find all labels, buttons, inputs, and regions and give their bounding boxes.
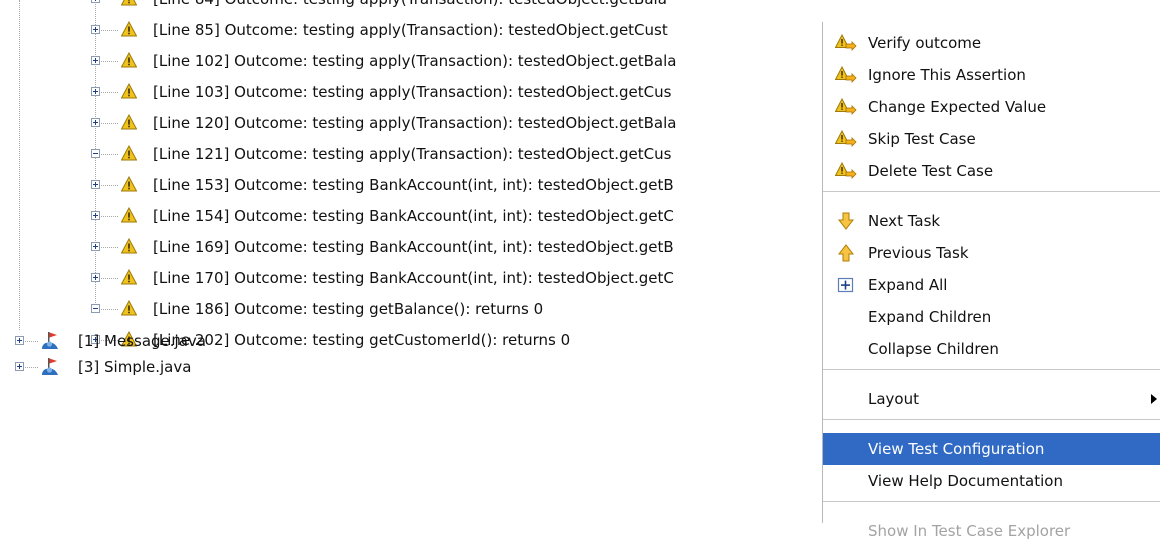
expand-toggle-icon[interactable]: [91, 118, 100, 127]
menu-item-label: Skip Test Case: [868, 130, 976, 148]
tree-node-label: [Line 170] Outcome: testing BankAccount(…: [153, 269, 674, 287]
menu-separator: [823, 369, 1160, 370]
menu-item-layout[interactable]: Layout: [823, 383, 1160, 415]
tree-node[interactable]: [Line 102] Outcome: testing apply(Transa…: [0, 47, 820, 77]
warning-icon: [120, 237, 138, 254]
expand-toggle-icon[interactable]: [15, 336, 24, 345]
menu-item-change-expected-value[interactable]: Change Expected Value: [823, 91, 1160, 123]
menu-item-verify-outcome[interactable]: Verify outcome: [823, 27, 1160, 59]
warning-icon: [120, 51, 138, 68]
warning-arrow-icon: [834, 97, 857, 116]
tree-node[interactable]: [Line 120] Outcome: testing apply(Transa…: [0, 109, 820, 139]
menu-item-label: Verify outcome: [868, 34, 982, 52]
tree-node-label: [Line 84] Outcome: testing apply(Transac…: [153, 0, 667, 9]
menu-item-ignore-this-assertion[interactable]: Ignore This Assertion: [823, 59, 1160, 91]
tree-node[interactable]: [Line 186] Outcome: testing getBalance()…: [0, 295, 820, 325]
menu-item-previous-task[interactable]: Previous Task: [823, 237, 1160, 269]
expand-toggle-icon[interactable]: [91, 242, 100, 251]
tree-node-label: [Line 102] Outcome: testing apply(Transa…: [153, 52, 677, 70]
expand-toggle-icon[interactable]: [91, 56, 100, 65]
warning-arrow-icon: [834, 65, 857, 84]
expand-toggle-icon[interactable]: [91, 25, 100, 34]
warning-icon: [120, 268, 138, 285]
tree-node[interactable]: [Line 84] Outcome: testing apply(Transac…: [0, 0, 820, 15]
warning-icon: [120, 206, 138, 223]
warning-arrow-icon: [834, 129, 857, 148]
menu-separator: [823, 501, 1160, 502]
tree-node-label: [Line 85] Outcome: testing apply(Transac…: [153, 21, 668, 39]
expand-toggle-icon[interactable]: [91, 180, 100, 189]
menu-item-label: Next Task: [868, 212, 941, 230]
tree-node-label: [Line 169] Outcome: testing BankAccount(…: [153, 238, 674, 256]
collapse-toggle-icon[interactable]: [91, 304, 100, 313]
submenu-arrow-icon: [1151, 394, 1157, 404]
tree-node-label: [Line 186] Outcome: testing getBalance()…: [153, 300, 544, 318]
menu-item-delete-test-case[interactable]: Delete Test Case: [823, 155, 1160, 187]
menu-item-expand-children[interactable]: Expand Children: [823, 301, 1160, 333]
tree-node-label: [Line 154] Outcome: testing BankAccount(…: [153, 207, 674, 225]
menu-separator: [823, 191, 1160, 192]
down-arrow-icon: [835, 212, 857, 230]
menu-item-expand-all[interactable]: Expand All: [823, 269, 1160, 301]
up-arrow-icon: [835, 244, 857, 262]
tree-node-label: [Line 120] Outcome: testing apply(Transa…: [153, 114, 677, 132]
tree-node[interactable]: [Line 153] Outcome: testing BankAccount(…: [0, 171, 820, 201]
menu-item-label: Expand Children: [868, 308, 992, 326]
java-file-flag-icon: [40, 357, 60, 377]
tree-node[interactable]: [Line 169] Outcome: testing BankAccount(…: [0, 233, 820, 263]
menu-item-label: Change Expected Value: [868, 98, 1047, 116]
tree-node-label: [Line 121] Outcome: testing apply(Transa…: [153, 145, 672, 163]
menu-item-label: View Help Documentation: [868, 472, 1063, 490]
menu-item-show-in-test-case-explorer: Show In Test Case Explorer: [823, 515, 1160, 547]
menu-item-label: View Test Configuration: [868, 440, 1045, 458]
tree-root-label: [1] Message.java: [78, 332, 206, 350]
menu-item-label: Delete Test Case: [868, 162, 994, 180]
menu-item-label: Collapse Children: [868, 340, 999, 358]
expand-toggle-icon[interactable]: [91, 87, 100, 96]
menu-item-next-task[interactable]: Next Task: [823, 205, 1160, 237]
warning-arrow-icon: [834, 33, 857, 52]
java-file-flag-icon: [40, 331, 60, 351]
menu-item-label: Previous Task: [868, 244, 969, 262]
tree-node[interactable]: [Line 85] Outcome: testing apply(Transac…: [0, 16, 820, 46]
menu-item-collapse-children[interactable]: Collapse Children: [823, 333, 1160, 365]
menu-item-label: Layout: [868, 390, 919, 408]
warning-arrow-icon: [834, 161, 857, 180]
menu-item-label: Show In Test Case Explorer: [868, 522, 1071, 540]
warning-icon: [120, 82, 138, 99]
expand-toggle-icon[interactable]: [91, 0, 100, 3]
expand-toggle-icon[interactable]: [15, 362, 24, 371]
tree-node[interactable]: [Line 121] Outcome: testing apply(Transa…: [0, 140, 820, 170]
warning-icon: [120, 20, 138, 37]
menu-item-skip-test-case[interactable]: Skip Test Case: [823, 123, 1160, 155]
warning-icon: [120, 299, 138, 316]
tree-node[interactable]: [Line 154] Outcome: testing BankAccount(…: [0, 202, 820, 232]
warning-icon: [120, 113, 138, 130]
tree-node-label: [Line 103] Outcome: testing apply(Transa…: [153, 83, 672, 101]
expand-toggle-icon[interactable]: [91, 211, 100, 220]
expand-all-icon: [835, 276, 857, 294]
expand-toggle-icon[interactable]: [91, 273, 100, 282]
warning-icon: [120, 144, 138, 161]
menu-item-label: Ignore This Assertion: [868, 66, 1026, 84]
menu-item-view-test-configuration[interactable]: View Test Configuration: [823, 433, 1160, 465]
tree-node-label: [Line 153] Outcome: testing BankAccount(…: [153, 176, 674, 194]
tree-root-node[interactable]: [3] Simple.java: [0, 353, 400, 383]
context-menu: Verify outcome Ignore This Assertion Chang…: [822, 22, 1160, 540]
menu-item-view-help-documentation[interactable]: View Help Documentation: [823, 465, 1160, 497]
warning-icon: [120, 175, 138, 192]
tree-root-label: [3] Simple.java: [78, 358, 192, 376]
collapse-toggle-icon[interactable]: [91, 149, 100, 158]
tree-node[interactable]: [Line 103] Outcome: testing apply(Transa…: [0, 78, 820, 108]
test-results-tree: [Line 84] Outcome: testing apply(Transac…: [0, 0, 820, 523]
menu-item-label: Expand All: [868, 276, 948, 294]
warning-icon: [120, 0, 138, 6]
tree-node[interactable]: [Line 170] Outcome: testing BankAccount(…: [0, 264, 820, 294]
menu-separator: [823, 419, 1160, 420]
